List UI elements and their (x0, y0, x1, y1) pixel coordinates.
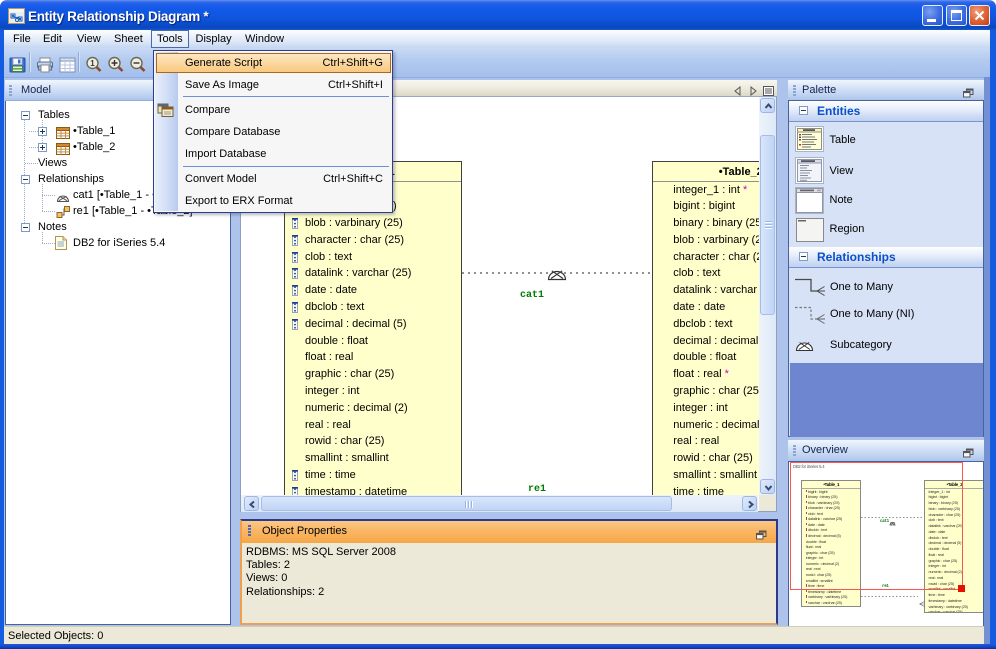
svg-text:1: 1 (90, 59, 95, 68)
